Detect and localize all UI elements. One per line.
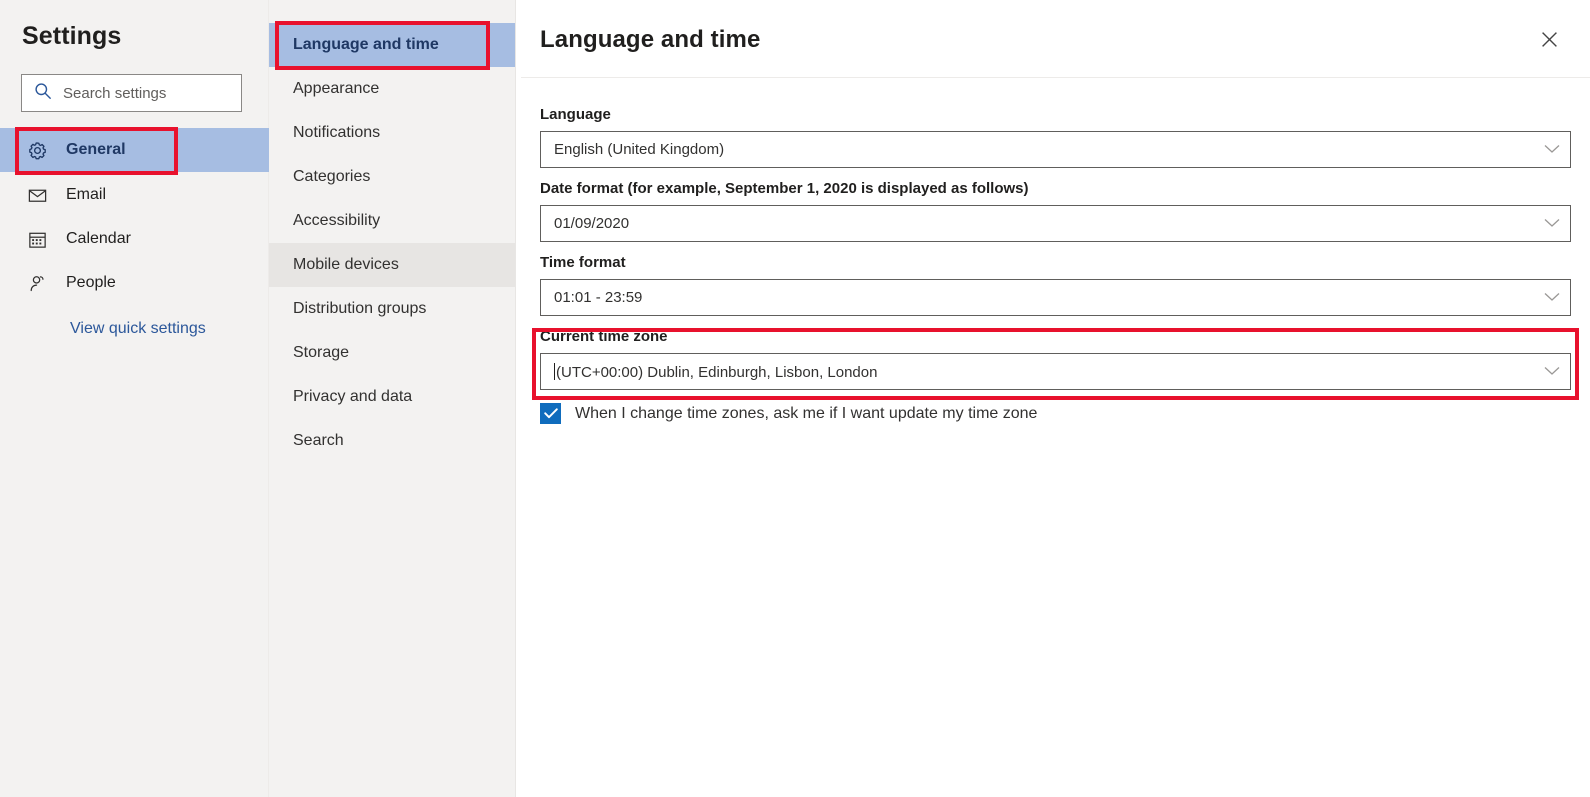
category-item-categories[interactable]: Categories — [269, 155, 515, 199]
category-item-label: Mobile devices — [293, 256, 399, 274]
language-dropdown[interactable]: English (United Kingdom) — [540, 131, 1571, 168]
search-icon — [34, 82, 52, 105]
category-nav: Language and time Appearance Notificatio… — [269, 0, 516, 797]
category-item-search[interactable]: Search — [269, 419, 515, 463]
date-format-dropdown[interactable]: 01/09/2020 — [540, 205, 1571, 242]
sidebar-item-label: Email — [66, 186, 106, 204]
category-item-label: Privacy and data — [293, 388, 412, 406]
category-item-storage[interactable]: Storage — [269, 331, 515, 375]
category-item-label: Storage — [293, 344, 349, 362]
chevron-down-icon — [1544, 363, 1560, 381]
settings-content-panel: Language and time Language English (Unit… — [521, 0, 1590, 797]
page-title: Language and time — [540, 26, 760, 54]
chevron-down-icon — [1544, 215, 1560, 233]
search-settings-box[interactable] — [21, 74, 242, 112]
check-icon — [544, 408, 558, 419]
category-item-mobile-devices[interactable]: Mobile devices — [269, 243, 515, 287]
chevron-down-icon — [1544, 289, 1560, 307]
category-item-label: Distribution groups — [293, 300, 426, 318]
category-item-label: Appearance — [293, 80, 379, 98]
sidebar-item-label: Calendar — [66, 230, 131, 248]
category-item-appearance[interactable]: Appearance — [269, 67, 515, 111]
settings-dialog: Settings General — [0, 0, 1590, 797]
sidebar-item-label: People — [66, 274, 116, 292]
category-item-language-and-time[interactable]: Language and time — [269, 23, 515, 67]
envelope-icon — [26, 184, 48, 206]
category-item-label: Categories — [293, 168, 370, 186]
close-icon[interactable] — [1534, 24, 1564, 54]
chevron-down-icon — [1544, 141, 1560, 159]
language-label: Language — [540, 106, 611, 123]
sidebar-item-general[interactable]: General — [0, 128, 269, 172]
content-header: Language and time — [521, 0, 1590, 78]
search-input[interactable] — [63, 81, 223, 105]
time-format-label: Time format — [540, 254, 626, 271]
settings-sidebar: Settings General — [0, 0, 269, 797]
sidebar-item-email[interactable]: Email — [0, 173, 269, 217]
category-item-notifications[interactable]: Notifications — [269, 111, 515, 155]
category-item-privacy-and-data[interactable]: Privacy and data — [269, 375, 515, 419]
sidebar-item-people[interactable]: People — [0, 261, 269, 305]
current-time-zone-dropdown[interactable]: (UTC+00:00) Dublin, Edinburgh, Lisbon, L… — [540, 353, 1571, 390]
ask-update-time-zone-checkbox[interactable] — [540, 403, 561, 424]
category-item-distribution-groups[interactable]: Distribution groups — [269, 287, 515, 331]
text-caret — [554, 363, 555, 380]
time-format-value: 01:01 - 23:59 — [554, 289, 1544, 306]
current-time-zone-text: (UTC+00:00) Dublin, Edinburgh, Lisbon, L… — [556, 364, 877, 381]
sidebar-item-label: General — [66, 141, 126, 159]
date-format-value: 01/09/2020 — [554, 215, 1544, 232]
ask-update-time-zone-checkbox-row[interactable]: When I change time zones, ask me if I wa… — [540, 403, 1037, 424]
time-format-dropdown[interactable]: 01:01 - 23:59 — [540, 279, 1571, 316]
current-time-zone-label: Current time zone — [540, 328, 668, 345]
settings-title: Settings — [22, 22, 121, 51]
sidebar-item-calendar[interactable]: Calendar — [0, 217, 269, 261]
category-item-label: Accessibility — [293, 212, 380, 230]
language-value: English (United Kingdom) — [554, 141, 1544, 158]
category-item-label: Search — [293, 432, 344, 450]
current-time-zone-value: (UTC+00:00) Dublin, Edinburgh, Lisbon, L… — [554, 363, 1544, 381]
person-icon — [26, 272, 48, 294]
category-item-label: Language and time — [293, 36, 439, 54]
view-quick-settings-link[interactable]: View quick settings — [70, 320, 206, 338]
ask-update-time-zone-label: When I change time zones, ask me if I wa… — [575, 405, 1037, 423]
gear-icon — [26, 139, 48, 161]
date-format-label: Date format (for example, September 1, 2… — [540, 180, 1029, 197]
category-item-label: Notifications — [293, 124, 380, 142]
category-item-accessibility[interactable]: Accessibility — [269, 199, 515, 243]
calendar-icon — [26, 228, 48, 250]
